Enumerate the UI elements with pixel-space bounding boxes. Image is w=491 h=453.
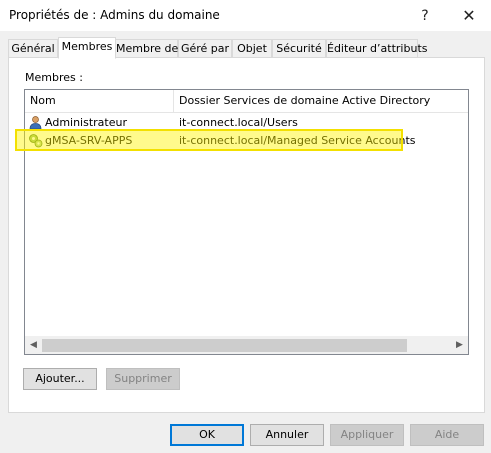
list-item[interactable]: Administrateur it-connect.local/Users [25, 114, 468, 131]
scroll-left-icon[interactable]: ◀ [25, 337, 42, 354]
member-folder: it-connect.local/Managed Service Account… [179, 134, 416, 147]
members-panel: Membres : Nom Dossier Services de domain… [8, 57, 485, 413]
members-label: Membres : [25, 71, 83, 84]
help-button[interactable]: Aide [410, 424, 484, 446]
cancel-button[interactable]: Annuler [250, 424, 324, 446]
add-button[interactable]: Ajouter... [23, 368, 97, 390]
tab-membres[interactable]: Membres [58, 37, 116, 59]
members-list[interactable]: Nom Dossier Services de domaine Active D… [24, 89, 469, 355]
user-icon [29, 116, 42, 130]
close-icon[interactable]: ✕ [449, 0, 489, 31]
window-title: Propriétés de : Admins du domaine [9, 8, 220, 22]
column-headers: Nom Dossier Services de domaine Active D… [25, 90, 468, 113]
list-item[interactable]: gMSA-SRV-APPS it-connect.local/Managed S… [25, 132, 468, 149]
member-name: Administrateur [45, 116, 127, 129]
column-header-name[interactable]: Nom [25, 90, 173, 112]
horizontal-scrollbar[interactable]: ◀ ▶ [25, 336, 468, 354]
scroll-right-icon[interactable]: ▶ [451, 337, 468, 354]
tab-objet[interactable]: Objet [232, 39, 272, 58]
title-bar: Propriétés de : Admins du domaine ? ✕ [0, 0, 491, 32]
ok-button[interactable]: OK [170, 424, 244, 446]
column-header-folder[interactable]: Dossier Services de domaine Active Direc… [174, 90, 468, 112]
scroll-thumb[interactable] [42, 339, 407, 352]
tab-securite[interactable]: Sécurité [272, 39, 326, 58]
member-folder: it-connect.local/Users [179, 116, 298, 129]
member-name: gMSA-SRV-APPS [45, 134, 133, 147]
service-account-icon [29, 134, 43, 148]
remove-button[interactable]: Supprimer [106, 368, 180, 390]
tab-gere-par[interactable]: Géré par [178, 39, 232, 58]
tab-general[interactable]: Général [8, 39, 58, 58]
tab-membre-de[interactable]: Membre de [115, 39, 178, 58]
help-icon[interactable]: ? [405, 0, 445, 31]
apply-button[interactable]: Appliquer [330, 424, 404, 446]
tab-editeur-attributs[interactable]: Éditeur d’attributs [326, 39, 427, 58]
